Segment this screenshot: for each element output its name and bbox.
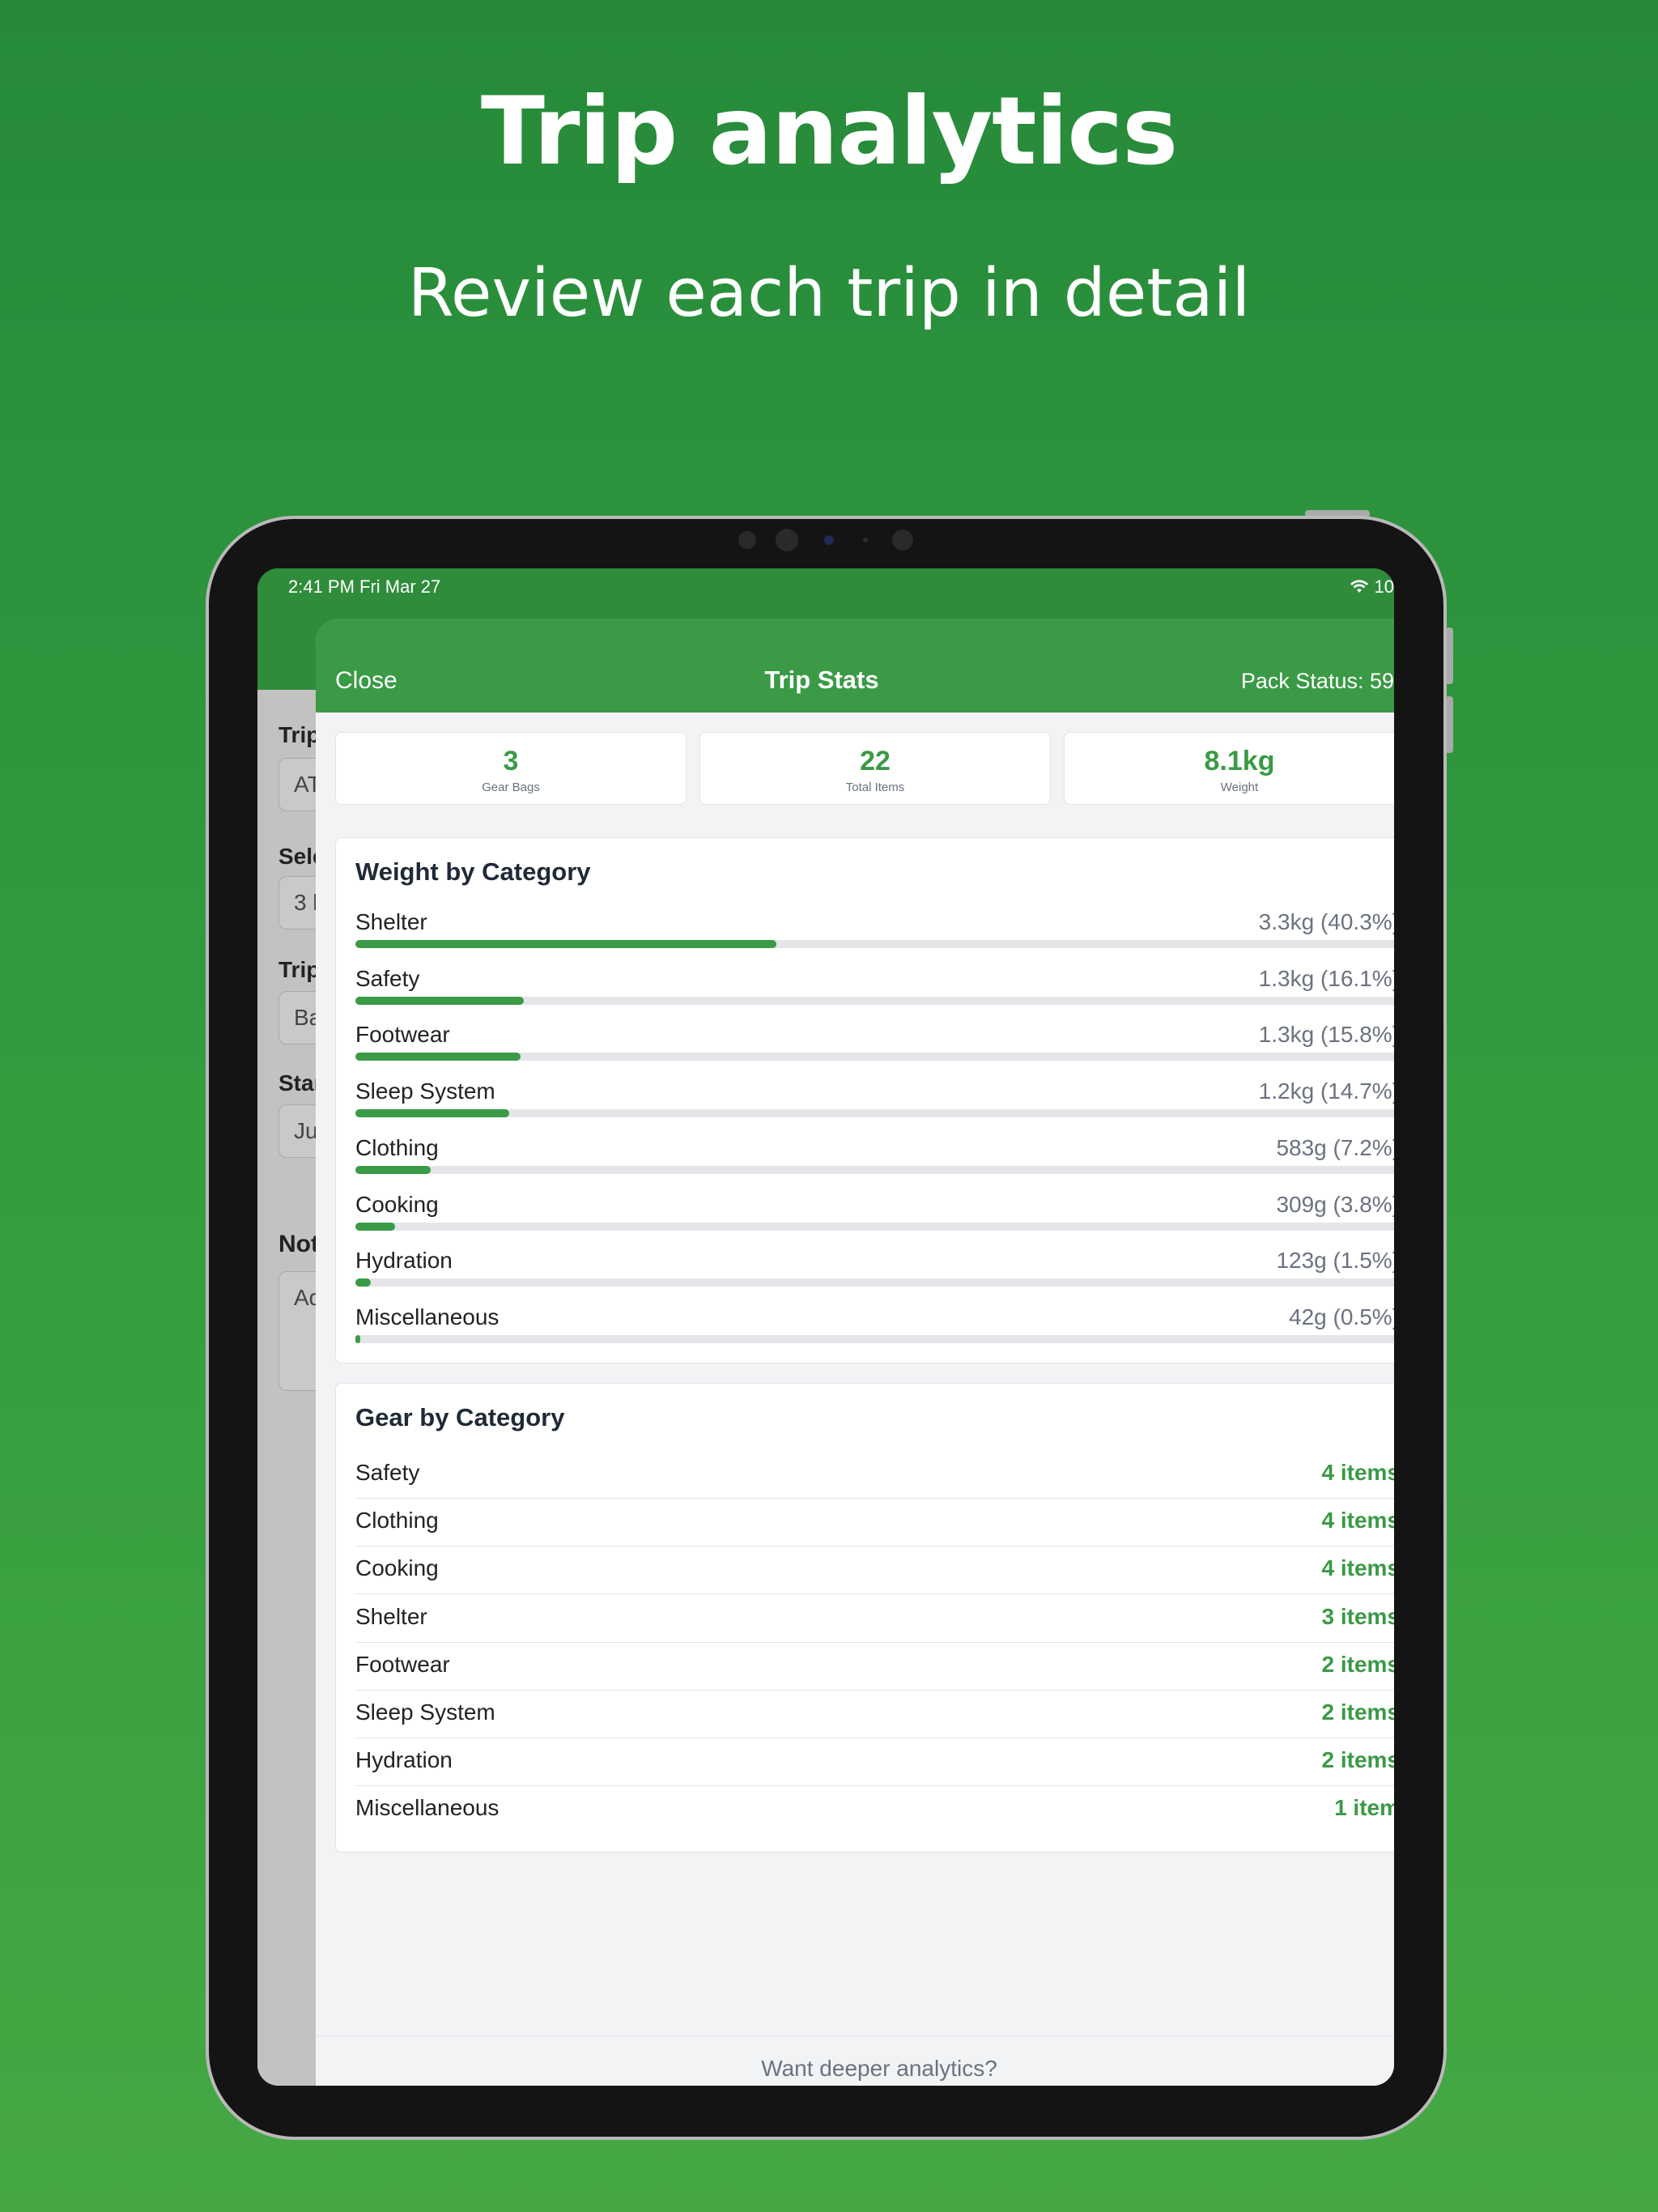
- gear-row-count: 4 items: [1321, 1555, 1395, 1581]
- card-title: Weight by Category: [355, 857, 591, 886]
- weight-row-name: Safety: [355, 965, 420, 991]
- camera-dot: [892, 530, 913, 551]
- stat-card-weight: 8.1kg Weight: [1064, 732, 1394, 805]
- gear-row-name: Shelter: [355, 1603, 427, 1629]
- gear-row: Miscellaneous 1 item: [355, 1787, 1394, 1834]
- gear-row: Sleep System 2 items: [355, 1691, 1394, 1738]
- gear-row-count: 2 items: [1321, 1699, 1395, 1725]
- weight-bar-track: [355, 996, 1394, 1005]
- weight-by-category-card: Weight by Category Shelter 3.3kg (40.3%) S…: [335, 837, 1394, 1363]
- background-form: Trip AT Sele 3 l Trip Ba Star Ju Not Ad: [257, 690, 343, 2086]
- gear-row: Footwear 2 items: [355, 1644, 1394, 1691]
- weight-bar-track: [355, 1165, 1394, 1174]
- weight-row: Clothing 583g (7.2%): [355, 1135, 1394, 1192]
- stat-card-total-items: 22 Total Items: [699, 732, 1051, 805]
- weight-row-value: 309g (3.8%): [1276, 1191, 1394, 1217]
- weight-row: Hydration 123g (1.5%): [355, 1248, 1394, 1304]
- gear-row-count: 4 items: [1321, 1460, 1395, 1485]
- gear-row-name: Clothing: [355, 1508, 439, 1534]
- weight-bar-fill: [355, 940, 776, 948]
- weight-bar-track: [355, 1278, 1394, 1287]
- weight-row-name: Footwear: [355, 1022, 450, 1048]
- sheet-footer: Want deeper analytics?: [316, 2035, 1394, 2086]
- gear-row-count: 1 item: [1334, 1795, 1394, 1821]
- sheet-title: Trip Stats: [764, 666, 879, 694]
- gear-row-name: Miscellaneous: [355, 1795, 500, 1821]
- pack-status: Pack Status: 59: [1240, 669, 1394, 693]
- gear-row: Hydration 2 items: [355, 1739, 1395, 1787]
- weight-row-name: Shelter: [355, 909, 427, 934]
- weight-row-name: Sleep System: [355, 1078, 495, 1104]
- weight-row: Miscellaneous 42g (0.5%): [355, 1304, 1394, 1361]
- camera-dot: [863, 538, 868, 542]
- sheet-nav-bar: Close Trip Stats Pack Status: 59: [316, 619, 1394, 713]
- gear-row-count: 3 items: [1321, 1603, 1395, 1629]
- gear-by-category-card: Gear by Category Safety 4 items Clothing 4 …: [335, 1383, 1394, 1853]
- weight-row-value: 123g (1.5%): [1276, 1248, 1394, 1274]
- weight-row-name: Hydration: [355, 1248, 453, 1274]
- camera-lens-icon: [824, 535, 834, 545]
- camera-dot: [738, 531, 756, 549]
- weight-bar-fill: [355, 1334, 361, 1343]
- weight-row: Footwear 1.3kg (15.8%): [355, 1022, 1394, 1078]
- weight-bar-track: [355, 1053, 1394, 1061]
- weight-bar-fill: [355, 1053, 521, 1061]
- weight-bar-track: [355, 1334, 1394, 1343]
- gear-row: Shelter 3 items: [355, 1596, 1394, 1643]
- gear-row-name: Sleep System: [355, 1699, 495, 1725]
- gear-row-count: 2 items: [1321, 1747, 1395, 1773]
- weight-row-name: Cooking: [355, 1191, 439, 1217]
- gear-row-name: Safety: [355, 1460, 420, 1485]
- weight-row: Shelter 3.3kg (40.3%): [355, 909, 1394, 966]
- status-time: 2:41 PM Fri Mar 27: [288, 576, 441, 597]
- marketing-subheadline: Review each trip in detail: [407, 255, 1251, 332]
- weight-row-value: 3.3kg (40.3%): [1258, 909, 1394, 934]
- stat-value: 8.1kg: [1204, 746, 1275, 776]
- weight-row-name: Clothing: [355, 1134, 439, 1160]
- gear-row-name: Footwear: [355, 1651, 450, 1677]
- gear-row-count: 2 items: [1321, 1651, 1395, 1677]
- weight-row: Sleep System 1.2kg (14.7%): [355, 1078, 1394, 1135]
- wifi-icon: [1350, 580, 1369, 593]
- weight-row: Cooking 309g (3.8%): [355, 1192, 1394, 1249]
- stat-label: Gear Bags: [482, 781, 540, 794]
- gear-row-name: Cooking: [355, 1555, 439, 1581]
- weight-bar-fill: [355, 1278, 372, 1287]
- weight-bar-fill: [355, 1165, 431, 1174]
- gear-row: Cooking 4 items: [355, 1547, 1395, 1595]
- gear-row: Safety 4 items: [355, 1452, 1394, 1499]
- weight-bar-fill: [355, 996, 524, 1005]
- gear-row-count: 4 items: [1321, 1508, 1395, 1534]
- marketing-headline: Trip analytics: [480, 77, 1178, 186]
- weight-bar-track: [355, 1109, 1394, 1118]
- weight-row-value: 1.3kg (16.1%): [1258, 965, 1394, 991]
- stat-card-gear-bags: 3 Gear Bags: [335, 732, 687, 805]
- gear-row-name: Hydration: [355, 1747, 453, 1773]
- card-title: Gear by Category: [355, 1403, 565, 1431]
- weight-bar-track: [355, 940, 1394, 948]
- camera-dot: [776, 529, 798, 551]
- gear-row: Clothing 4 items: [355, 1499, 1395, 1547]
- status-right: 10: [1350, 576, 1394, 598]
- weight-row-name: Miscellaneous: [355, 1304, 500, 1329]
- form-label: Trip: [278, 722, 321, 747]
- trip-stats-sheet: Close Trip Stats Pack Status: 59 3 Gear …: [316, 619, 1394, 2086]
- stat-value: 3: [503, 746, 519, 776]
- tablet-screen: 2:41 PM Fri Mar 27 10 Trip AT Sele 3 l T…: [257, 568, 1394, 2086]
- weight-row-value: 42g (0.5%): [1289, 1304, 1394, 1329]
- weight-bar-fill: [355, 1109, 509, 1118]
- weight-row: Safety 1.3kg (16.1%): [355, 966, 1394, 1023]
- stat-label: Total Items: [845, 781, 905, 794]
- form-label: Not: [278, 1231, 319, 1257]
- form-label: Trip: [278, 957, 321, 982]
- deeper-analytics-link[interactable]: Want deeper analytics?: [316, 2056, 1394, 2082]
- stat-label: Weight: [1220, 781, 1259, 794]
- stat-value: 22: [860, 746, 891, 776]
- weight-bar-track: [355, 1222, 1394, 1231]
- battery-text: 10: [1374, 576, 1394, 597]
- weight-row-value: 583g (7.2%): [1276, 1134, 1394, 1160]
- weight-row-value: 1.2kg (14.7%): [1258, 1078, 1394, 1104]
- weight-bar-fill: [355, 1222, 396, 1231]
- weight-row-value: 1.3kg (15.8%): [1258, 1022, 1394, 1048]
